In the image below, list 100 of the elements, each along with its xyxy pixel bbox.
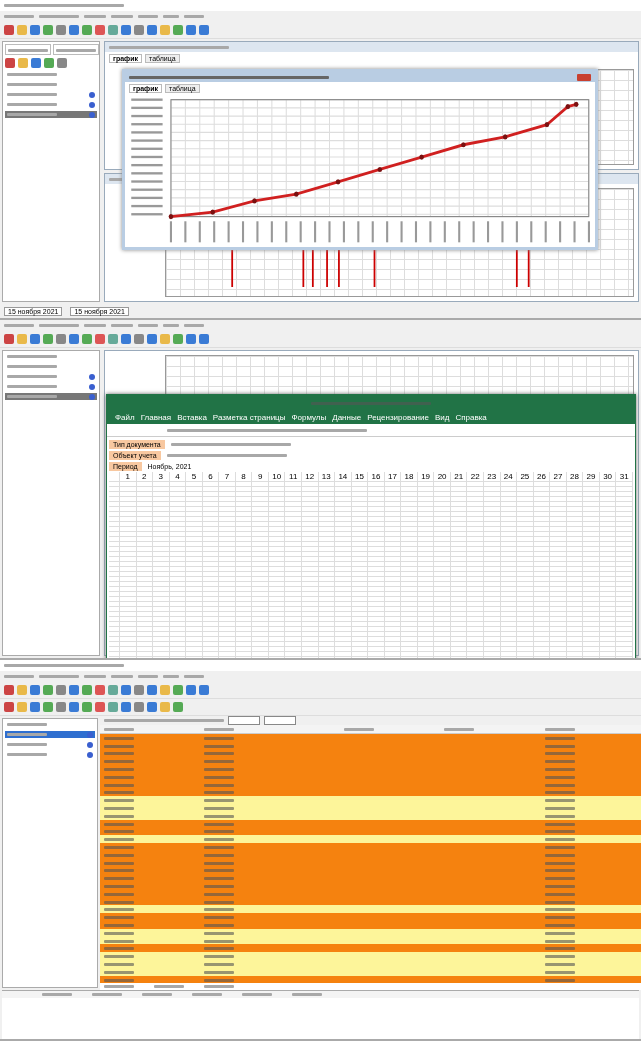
tree-item[interactable] xyxy=(5,741,95,748)
cell-value xyxy=(204,846,235,849)
menu-item[interactable] xyxy=(111,324,133,327)
data-point xyxy=(544,122,550,128)
tree-item[interactable] xyxy=(5,751,95,758)
menu-item[interactable] xyxy=(84,675,106,678)
menu-item[interactable] xyxy=(111,675,133,678)
column-header: 4 xyxy=(169,472,187,482)
column-header: 5 xyxy=(186,472,203,482)
column-header: 23 xyxy=(484,472,501,482)
column-header: 27 xyxy=(550,472,567,482)
cell-value xyxy=(104,744,134,748)
tree-item[interactable] xyxy=(5,91,97,98)
ribbon-tab[interactable]: Файл xyxy=(115,413,135,422)
close-button[interactable] xyxy=(577,73,591,81)
cell-value xyxy=(544,931,575,935)
column-header: 1 xyxy=(119,472,137,482)
menu-item[interactable] xyxy=(84,324,106,327)
cell-value xyxy=(204,791,235,795)
menu-item[interactable] xyxy=(138,675,158,678)
cell-value xyxy=(544,744,575,748)
cell-value xyxy=(204,775,235,779)
menu-item[interactable] xyxy=(111,15,133,18)
menu-item[interactable] xyxy=(184,15,204,18)
menu-item[interactable] xyxy=(39,324,79,327)
cell-value xyxy=(544,768,575,772)
column-header: 11 xyxy=(285,472,302,482)
menu-item[interactable] xyxy=(184,324,204,327)
ribbon-tab[interactable]: Разметка страницы xyxy=(212,413,286,422)
menu-item[interactable] xyxy=(163,324,179,327)
cell-value xyxy=(104,916,134,920)
cell-value xyxy=(544,970,575,974)
cell-value xyxy=(544,947,575,951)
column-header: 29 xyxy=(583,472,600,482)
menu-item[interactable] xyxy=(4,15,34,18)
column-header: 10 xyxy=(268,472,286,482)
cell-value xyxy=(204,814,235,818)
ribbon-tab[interactable]: Вставка xyxy=(177,413,207,422)
cell-value xyxy=(544,791,575,795)
tree-item[interactable] xyxy=(5,393,97,400)
time-field[interactable] xyxy=(264,716,296,725)
cell-value xyxy=(544,923,575,927)
date-field[interactable] xyxy=(228,716,260,725)
cell-value xyxy=(544,892,575,896)
column-header: 26 xyxy=(533,472,551,482)
ribbon-tab[interactable]: Главная xyxy=(140,413,172,422)
column-header: 15 xyxy=(351,472,369,482)
column-header: 3 xyxy=(153,472,170,482)
sidebar-tab[interactable] xyxy=(53,44,99,55)
column-header: 28 xyxy=(566,472,584,482)
ribbon-tab[interactable]: Формулы xyxy=(291,413,327,422)
sidebar-tab[interactable] xyxy=(5,44,51,55)
column-header: 16 xyxy=(368,472,385,482)
tree-item[interactable] xyxy=(5,383,97,390)
menu-item[interactable] xyxy=(4,324,34,327)
ribbon-tab[interactable]: Справка xyxy=(455,413,487,422)
column-header xyxy=(104,728,134,732)
data-point xyxy=(252,198,257,204)
ribbon-tab[interactable]: Данные xyxy=(332,413,362,422)
column-header: 19 xyxy=(417,472,435,482)
cell-value xyxy=(544,736,575,740)
cell-value xyxy=(104,853,134,857)
cell-value xyxy=(104,955,134,959)
column-header xyxy=(204,728,235,732)
cell-value xyxy=(204,900,235,904)
data-point xyxy=(461,142,466,148)
column-header: 21 xyxy=(450,472,468,482)
tree-item[interactable] xyxy=(5,111,97,118)
menu-item[interactable] xyxy=(138,15,158,18)
menu-item[interactable] xyxy=(4,675,34,678)
data-point xyxy=(335,179,341,185)
column-header xyxy=(343,728,374,732)
column-header: 6 xyxy=(202,472,220,482)
menu-item[interactable] xyxy=(138,324,158,327)
menu-item[interactable] xyxy=(39,15,79,18)
tree-item[interactable] xyxy=(5,731,95,738)
cell-value xyxy=(204,955,235,959)
cell-value xyxy=(104,830,134,834)
tree-item[interactable] xyxy=(5,101,97,108)
tree-item[interactable] xyxy=(5,373,97,380)
menu-item[interactable] xyxy=(163,675,179,678)
menu-item[interactable] xyxy=(84,15,106,18)
menu-item[interactable] xyxy=(184,675,204,678)
ribbon-tab[interactable]: Рецензирование xyxy=(367,413,429,422)
cell-value xyxy=(544,752,575,756)
cell-value xyxy=(104,846,134,849)
column-header: 7 xyxy=(219,472,236,482)
ribbon-tab[interactable]: Вид xyxy=(434,413,450,422)
cell-value xyxy=(544,830,575,834)
cell-value xyxy=(104,970,134,974)
cell-value xyxy=(204,768,235,772)
column-header: 12 xyxy=(302,472,319,482)
cell-value xyxy=(104,885,134,888)
cell-value xyxy=(544,822,575,826)
cell-value xyxy=(544,807,575,810)
cell-value xyxy=(544,853,575,857)
cell-value xyxy=(204,923,235,927)
menu-item[interactable] xyxy=(39,675,79,678)
menu-item[interactable] xyxy=(163,15,179,18)
column-header: 8 xyxy=(235,472,253,482)
